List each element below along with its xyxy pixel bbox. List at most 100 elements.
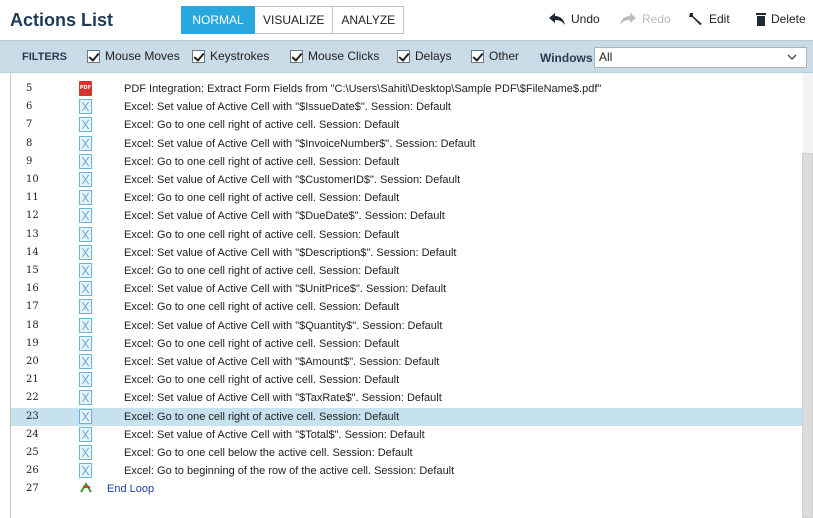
action-row[interactable]: 21 Excel: Go to one cell right of active …: [11, 371, 804, 389]
action-row[interactable]: 11 Excel: Go to one cell right of active …: [11, 189, 804, 207]
windows-select-value: All: [599, 50, 613, 64]
excel-icon: [79, 463, 92, 479]
mode-switcher: NORMAL VISUALIZE ANALYZE: [181, 6, 405, 34]
delete-button[interactable]: Delete: [756, 12, 806, 26]
chevron-down-icon: [787, 54, 797, 60]
action-row[interactable]: 5 PDF PDF Integration: Extract Form Fields…: [11, 80, 804, 98]
action-description: Excel: Set value of Active Cell with "$T…: [124, 392, 442, 405]
scrollbar-thumb[interactable]: [802, 153, 813, 518]
action-row[interactable]: 27 End Loop: [11, 480, 804, 498]
action-number: 23: [26, 410, 39, 422]
action-description: Excel: Set value of Active Cell with "$I…: [124, 101, 451, 114]
action-row[interactable]: 20 Excel: Set value of Active Cell with "…: [11, 353, 804, 371]
filter-mouse-moves-checkbox[interactable]: Mouse Moves: [87, 49, 180, 63]
action-description: Excel: Go to one cell right of active ce…: [124, 119, 400, 132]
excel-icon: [79, 153, 92, 169]
action-description: Excel: Set value of Active Cell with "$I…: [124, 137, 476, 150]
action-row[interactable]: 26 Excel: Go to beginning of the row of t…: [11, 462, 804, 480]
checkbox-checked-icon: [471, 49, 484, 63]
checkbox-checked-icon: [87, 49, 100, 63]
filter-other-checkbox[interactable]: Other: [471, 49, 519, 63]
action-row[interactable]: 13 Excel: Go to one cell right of active …: [11, 226, 804, 244]
action-row[interactable]: 10 Excel: Set value of Active Cell with "…: [11, 171, 804, 189]
action-row[interactable]: 25 Excel: Go to one cell below the active…: [11, 444, 804, 462]
action-row[interactable]: 24 Excel: Set value of Active Cell with "…: [11, 426, 804, 444]
action-row[interactable]: 12 Excel: Set value of Active Cell with "…: [11, 207, 804, 225]
action-row[interactable]: 15 Excel: Go to one cell right of active …: [11, 262, 804, 280]
action-row[interactable]: 7 Excel: Go to one cell right of active c…: [11, 116, 804, 134]
filter-other-label: Other: [489, 49, 520, 63]
filter-keystrokes-label: Keystrokes: [210, 49, 270, 63]
page-title: Actions List: [10, 10, 114, 30]
checkbox-checked-icon: [192, 49, 205, 63]
checkbox-checked-icon: [290, 49, 303, 63]
action-number: 15: [26, 265, 39, 276]
action-description: Excel: Go to beginning of the row of the…: [124, 465, 455, 478]
excel-icon: [79, 99, 92, 115]
filters-label: FILTERS: [22, 51, 68, 63]
action-description: Excel: Go to one cell right of active ce…: [124, 265, 400, 277]
action-row[interactable]: 22 Excel: Set value of Active Cell with "…: [11, 389, 804, 407]
filter-mouse-moves-label: Mouse Moves: [105, 49, 180, 63]
end-loop-icon: [79, 481, 92, 496]
filter-delays-checkbox[interactable]: Delays: [397, 49, 452, 63]
mode-analyze-button[interactable]: ANALYZE: [333, 6, 405, 34]
action-description: Excel: Set value of Active Cell with "$Q…: [124, 319, 443, 332]
wrench-icon: [689, 13, 702, 25]
action-number: 9: [26, 155, 33, 167]
action-row[interactable]: 19 Excel: Go to one cell right of active …: [11, 335, 804, 353]
action-number: 18: [26, 319, 39, 331]
windows-label: Windows: [540, 51, 593, 65]
excel-icon: [79, 445, 92, 460]
filters-bar: FILTERS Mouse Moves Keystrokes Mouse Cli…: [0, 40, 813, 73]
action-description: PDF Integration: Extract Form Fields fro…: [124, 83, 602, 95]
filter-delays-label: Delays: [415, 49, 452, 63]
excel-icon: [79, 372, 92, 388]
filter-keystrokes-checkbox[interactable]: Keystrokes: [192, 49, 269, 63]
undo-label: Undo: [571, 12, 600, 26]
action-row[interactable]: 23 Excel: Go to one cell right of active …: [11, 407, 804, 426]
action-number: 11: [26, 192, 39, 204]
action-description: Excel: Go to one cell right of active ce…: [124, 155, 400, 168]
mode-normal-button[interactable]: NORMAL: [181, 6, 255, 34]
excel-icon: [79, 226, 92, 242]
action-number: 14: [26, 246, 39, 258]
excel-icon: [79, 426, 92, 442]
redo-label: Redo: [642, 12, 671, 26]
action-description: Excel: Set value of Active Cell with "$A…: [124, 356, 440, 368]
action-number: 17: [26, 301, 39, 313]
action-number: 13: [26, 228, 39, 240]
action-number: 10: [26, 174, 39, 185]
excel-icon: [79, 408, 92, 424]
action-description: Excel: Go to one cell right of active ce…: [124, 228, 400, 241]
undo-button[interactable]: Undo: [548, 12, 600, 26]
action-row[interactable]: 14 Excel: Set value of Active Cell with "…: [11, 244, 804, 262]
action-description: Excel: Set value of Active Cell with "$T…: [124, 428, 425, 441]
action-row[interactable]: 9 Excel: Go to one cell right of active c…: [11, 153, 804, 171]
excel-icon: [79, 354, 92, 369]
redo-button[interactable]: Redo: [619, 12, 671, 26]
excel-icon: [79, 390, 92, 406]
action-row[interactable]: 17 Excel: Go to one cell right of active …: [11, 298, 804, 316]
edit-button[interactable]: Edit: [688, 12, 730, 26]
action-description: End Loop: [107, 483, 155, 496]
action-number: 12: [26, 210, 39, 222]
action-number: 26: [26, 465, 39, 477]
windows-select[interactable]: All: [594, 47, 807, 68]
action-description: Excel: Go to one cell right of active ce…: [124, 192, 400, 205]
action-row[interactable]: 8 Excel: Set value of Active Cell with "$…: [11, 135, 804, 153]
excel-icon: [79, 190, 92, 206]
mode-visualize-button[interactable]: VISUALIZE: [255, 6, 334, 34]
header-bar: Actions List NORMAL VISUALIZE ANALYZE Un…: [0, 0, 813, 40]
excel-icon: [79, 208, 92, 224]
excel-icon: [79, 263, 92, 278]
action-description: Excel: Set value of Active Cell with "$U…: [124, 283, 447, 296]
action-row[interactable]: 6 Excel: Set value of Active Cell with "$…: [11, 98, 804, 116]
filter-mouse-clicks-checkbox[interactable]: Mouse Clicks: [290, 49, 379, 63]
action-row[interactable]: 18 Excel: Set value of Active Cell with "…: [11, 317, 804, 335]
action-number: 16: [26, 283, 39, 295]
action-row[interactable]: 16 Excel: Set value of Active Cell with "…: [11, 280, 804, 298]
action-number: 6: [26, 101, 33, 113]
action-number: 5: [26, 83, 33, 94]
checkbox-checked-icon: [397, 49, 410, 63]
